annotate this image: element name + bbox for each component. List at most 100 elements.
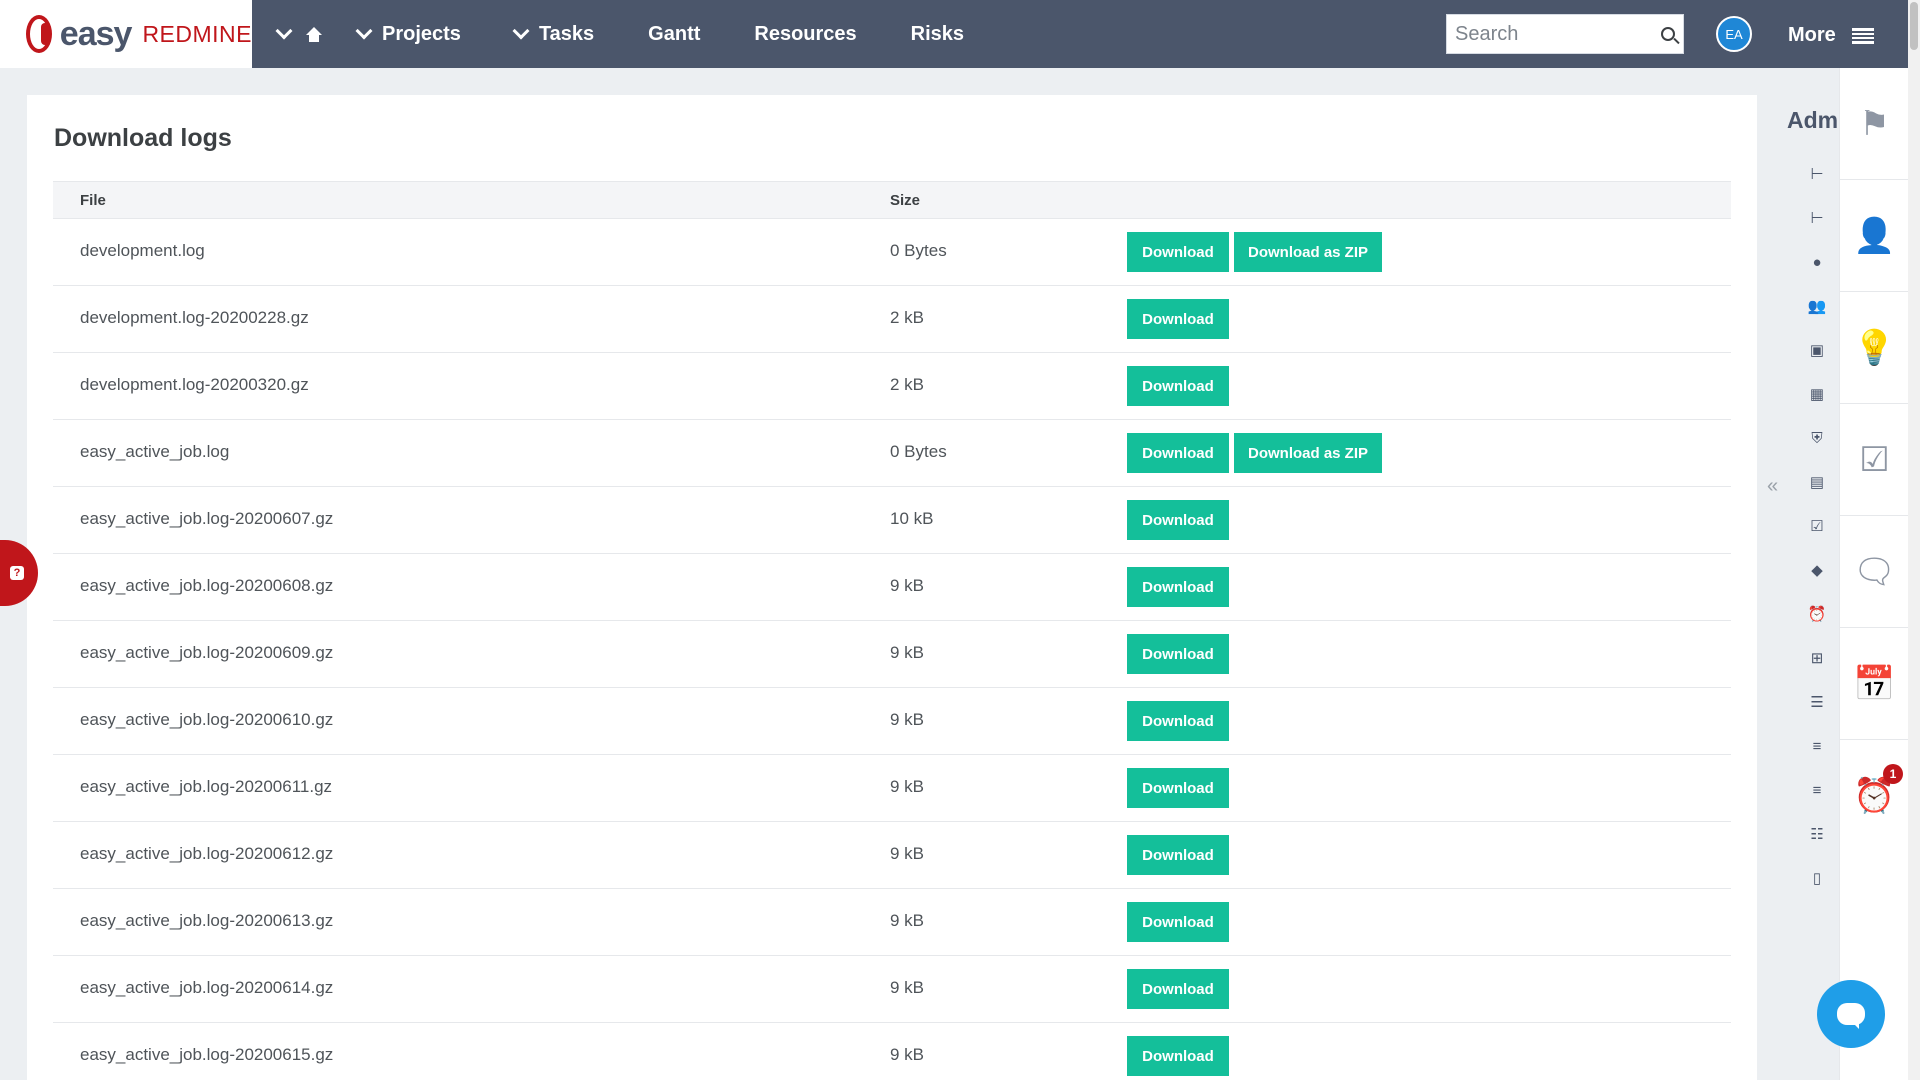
download-button[interactable]: Download: [1127, 701, 1229, 741]
table-body: development.log 0 Bytes Download Download a…: [53, 219, 1731, 1080]
file-size: 9 kB: [890, 978, 925, 997]
download-zip-button[interactable]: Download as ZIP: [1234, 232, 1382, 272]
list-icon[interactable]: ☰: [1808, 693, 1826, 711]
calendar-icon[interactable]: 📅: [1840, 628, 1909, 740]
file-name: easy_active_job.log-20200613.gz: [80, 911, 334, 930]
download-button[interactable]: Download: [1127, 567, 1229, 607]
download-button[interactable]: Download: [1127, 1036, 1229, 1076]
download-button[interactable]: Download: [1127, 969, 1229, 1009]
table-header: File Size: [53, 181, 1731, 219]
download-button[interactable]: Download: [1127, 500, 1229, 540]
scrollbar[interactable]: [1908, 0, 1920, 1080]
nav-risks[interactable]: Risks: [911, 23, 964, 46]
download-button[interactable]: Download: [1127, 232, 1229, 272]
top-bar: easy REDMINE Projects Tasks Gantt Resour…: [0, 0, 1908, 68]
plus-square-icon[interactable]: ⊞: [1808, 649, 1826, 667]
admin-title: Admi: [1787, 107, 1839, 133]
table-row: easy_active_job.log-20200615.gz 9 kB Downl…: [53, 1023, 1731, 1080]
nav-projects[interactable]: Projects: [355, 22, 461, 46]
file-size: 2 kB: [890, 375, 925, 394]
id-card-icon[interactable]: ▣: [1808, 341, 1826, 359]
user-icon[interactable]: ●: [1808, 253, 1826, 271]
page-title: Download logs: [54, 124, 232, 152]
main-nav: Projects Tasks Gantt Resources Risks: [275, 0, 1018, 68]
chevron-down-icon: [512, 22, 530, 40]
chat-button[interactable]: [1817, 980, 1885, 1048]
flag-icon[interactable]: ⚑: [1840, 68, 1909, 180]
filter-icon[interactable]: ≡: [1808, 781, 1826, 799]
table-row: development.log-20200320.gz 2 kB Download: [53, 353, 1731, 420]
download-button[interactable]: Download: [1127, 835, 1229, 875]
download-button[interactable]: Download: [1127, 768, 1229, 808]
scrollbar-thumb[interactable]: [1910, 2, 1918, 50]
table-row: easy_active_job.log-20200612.gz 9 kB Downl…: [53, 822, 1731, 889]
table-row: easy_active_job.log-20200609.gz 9 kB Downl…: [53, 621, 1731, 688]
table-row: development.log-20200228.gz 2 kB Download: [53, 286, 1731, 353]
help-icon: ?: [10, 566, 24, 580]
table-row: easy_active_job.log 0 Bytes Download Downlo…: [53, 420, 1731, 487]
search-icon[interactable]: [1661, 27, 1675, 41]
column-header-file: File: [80, 192, 106, 209]
chat-icon: [1837, 1003, 1865, 1029]
main-card: Download logs File Size development.log 0…: [27, 95, 1757, 1080]
chevron-down-icon[interactable]: [275, 22, 293, 40]
calendar-icon[interactable]: ▦: [1808, 385, 1826, 403]
nav-gantt[interactable]: Gantt: [648, 23, 700, 46]
alarm-icon[interactable]: ⏰: [1808, 605, 1827, 623]
file-size: 9 kB: [890, 643, 925, 662]
nav-home[interactable]: [275, 22, 322, 42]
nav-tasks[interactable]: Tasks: [512, 22, 594, 46]
home-icon[interactable]: [306, 27, 322, 42]
download-zip-button[interactable]: Download as ZIP: [1234, 433, 1382, 473]
download-button[interactable]: Download: [1127, 902, 1229, 942]
file-size: 10 kB: [890, 509, 934, 528]
file-name: development.log-20200320.gz: [80, 375, 309, 394]
tree-icon[interactable]: ⊢: [1808, 209, 1826, 227]
clipboard-check-icon[interactable]: ☑: [1808, 517, 1826, 535]
collapse-icon[interactable]: «: [1767, 475, 1778, 498]
document-icon[interactable]: ▯: [1808, 869, 1826, 887]
row-actions: Download: [1127, 366, 1229, 406]
tree-icon[interactable]: ⊢: [1808, 165, 1826, 183]
person-icon[interactable]: 👤: [1840, 180, 1909, 292]
download-button[interactable]: Download: [1127, 366, 1229, 406]
diamond-icon[interactable]: ◆: [1808, 561, 1826, 579]
file-name: easy_active_job.log-20200612.gz: [80, 844, 334, 863]
server-icon[interactable]: ☷: [1808, 825, 1826, 843]
nav-resources[interactable]: Resources: [754, 23, 856, 46]
chevron-down-icon: [355, 22, 373, 40]
avatar[interactable]: EA: [1716, 16, 1752, 52]
download-button[interactable]: Download: [1127, 634, 1229, 674]
redmine-logo-icon: [26, 15, 52, 53]
checkbox-icon[interactable]: ☑: [1840, 404, 1909, 516]
file-name: easy_active_job.log-20200607.gz: [80, 509, 334, 528]
table-row: easy_active_job.log-20200607.gz 10 kB Down…: [53, 487, 1731, 554]
file-size: 9 kB: [890, 710, 925, 729]
logo-easy-text: easy: [59, 14, 133, 53]
filter-icon[interactable]: ≡: [1808, 737, 1826, 755]
alarm-clock-icon[interactable]: ⏰ 1: [1840, 740, 1909, 852]
file-size: 9 kB: [890, 911, 925, 930]
nav-projects-label: Projects: [382, 22, 461, 45]
admin-menu: Admi ⊢ ⊢ ● 👥 ▣ ▦ ⛨ ▤ ☑ ◆ ⏰ ⊞ ☰ ≡ ≡ ☷ ▯: [1757, 95, 1839, 1080]
more-menu[interactable]: More: [1788, 24, 1874, 47]
lightbulb-icon[interactable]: 💡: [1840, 292, 1909, 404]
search-input[interactable]: [1455, 22, 1645, 46]
comment-icon[interactable]: 🗨: [1840, 516, 1909, 628]
download-button[interactable]: Download: [1127, 433, 1229, 473]
row-actions: Download: [1127, 701, 1229, 741]
row-actions: Download: [1127, 969, 1229, 1009]
search-box: [1446, 14, 1684, 54]
file-size: 0 Bytes: [890, 241, 947, 260]
download-button[interactable]: Download: [1127, 299, 1229, 339]
row-actions: Download: [1127, 567, 1229, 607]
table-row: easy_active_job.log-20200613.gz 9 kB Downl…: [53, 889, 1731, 956]
row-actions: Download: [1127, 835, 1229, 875]
logo[interactable]: easy REDMINE: [0, 0, 252, 68]
shield-icon[interactable]: ⛨: [1808, 429, 1826, 447]
file-size: 9 kB: [890, 576, 925, 595]
clipboard-icon[interactable]: ▤: [1808, 473, 1826, 491]
users-icon[interactable]: 👥: [1808, 297, 1827, 315]
row-actions: Download: [1127, 1036, 1229, 1076]
file-size: 0 Bytes: [890, 442, 947, 461]
